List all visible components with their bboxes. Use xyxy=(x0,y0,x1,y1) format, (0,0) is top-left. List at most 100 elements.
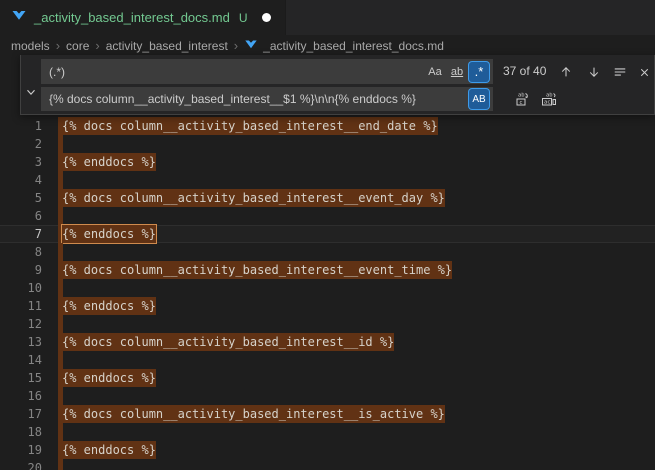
breadcrumb-activity-based-interest[interactable]: activity_based_interest xyxy=(106,39,228,53)
whole-word-toggle[interactable]: ab xyxy=(447,62,467,82)
unsaved-dot-icon[interactable] xyxy=(262,13,271,22)
line-number[interactable]: 19 xyxy=(0,441,42,459)
close-icon xyxy=(638,66,651,79)
line-number[interactable]: 15 xyxy=(0,369,42,387)
find-match-zero-width-highlight xyxy=(58,171,63,189)
editor-line-18[interactable]: 18 xyxy=(0,423,655,441)
tab-activity-docs[interactable]: _activity_based_interest_docs.md U xyxy=(0,0,286,35)
line-number[interactable]: 12 xyxy=(0,315,42,333)
breadcrumb-separator: › xyxy=(94,38,100,53)
find-match[interactable]: {% docs column__activity_based_interest_… xyxy=(62,117,438,135)
find-match[interactable]: {% enddocs %} xyxy=(62,369,156,387)
line-number[interactable]: 9 xyxy=(0,261,42,279)
line-number[interactable]: 10 xyxy=(0,279,42,297)
replace-button[interactable]: ab c xyxy=(513,89,533,109)
line-number[interactable]: 7 xyxy=(0,225,42,243)
replace-icon: ab c xyxy=(515,91,531,107)
editor-line-12[interactable]: 12 xyxy=(0,315,655,333)
line-number[interactable]: 11 xyxy=(0,297,42,315)
line-number[interactable]: 17 xyxy=(0,405,42,423)
line-number[interactable]: 14 xyxy=(0,351,42,369)
breadcrumb-separator: › xyxy=(233,38,239,53)
find-match-zero-width-highlight xyxy=(58,387,63,405)
line-number[interactable]: 20 xyxy=(0,459,42,470)
current-find-match[interactable]: {% enddocs %} xyxy=(62,225,156,243)
editor-line-1[interactable]: 1 {% docs column__activity_based_interest… xyxy=(0,117,655,135)
editor-line-5[interactable]: 5 {% docs column__activity_based_interest… xyxy=(0,189,655,207)
tab-bar: _activity_based_interest_docs.md U xyxy=(0,0,655,35)
git-status-badge: U xyxy=(239,11,248,25)
svg-text:ac: ac xyxy=(544,100,551,106)
find-match[interactable]: {% docs column__activity_based_interest_… xyxy=(62,261,452,279)
breadcrumb: models › core › activity_based_interest … xyxy=(0,35,655,56)
breadcrumb-core[interactable]: core xyxy=(66,39,89,53)
toggle-replace-button[interactable] xyxy=(21,55,40,113)
markdown-file-icon xyxy=(11,7,27,28)
editor-line-9[interactable]: 9 {% docs column__activity_based_interest… xyxy=(0,261,655,279)
replace-value: {% docs column__activity_based_interest_… xyxy=(49,92,467,106)
find-in-selection-button[interactable] xyxy=(610,62,630,82)
breadcrumb-file[interactable]: _activity_based_interest_docs.md xyxy=(244,37,444,54)
line-number[interactable]: 6 xyxy=(0,207,42,225)
find-match-zero-width-highlight xyxy=(58,279,63,297)
find-match-zero-width-highlight xyxy=(58,243,63,261)
editor-line-8[interactable]: 8 xyxy=(0,243,655,261)
line-number[interactable]: 8 xyxy=(0,243,42,261)
markdown-file-icon xyxy=(244,37,258,54)
editor-line-6[interactable]: 6 xyxy=(0,207,655,225)
close-find-widget-button[interactable] xyxy=(634,62,654,82)
line-number[interactable]: 18 xyxy=(0,423,42,441)
editor-line-17[interactable]: 17 {% docs column__activity_based_interes… xyxy=(0,405,655,423)
chevron-down-icon xyxy=(24,85,38,99)
next-match-button[interactable] xyxy=(584,62,604,82)
editor-line-20[interactable]: 20 xyxy=(0,459,655,470)
find-input[interactable]: (.*) Aa ab .* xyxy=(41,59,493,84)
find-match[interactable]: {% docs column__activity_based_interest_… xyxy=(62,189,445,207)
regex-toggle[interactable]: .* xyxy=(469,62,489,82)
svg-text:c: c xyxy=(519,100,522,106)
editor-line-2[interactable]: 2 xyxy=(0,135,655,153)
editor-line-11[interactable]: 11 {% enddocs %} xyxy=(0,297,655,315)
replace-all-button[interactable]: ab ac xyxy=(539,89,559,109)
find-match-zero-width-highlight xyxy=(58,207,63,225)
svg-text:ab: ab xyxy=(518,93,525,99)
editor-line-14[interactable]: 14 xyxy=(0,351,655,369)
editor-content[interactable]: 1 {% docs column__activity_based_interest… xyxy=(0,117,655,470)
svg-text:ab: ab xyxy=(546,93,553,99)
match-count: 37 of 40 xyxy=(503,59,546,84)
match-case-toggle[interactable]: Aa xyxy=(425,62,445,82)
find-value: (.*) xyxy=(49,65,423,79)
editor-line-10[interactable]: 10 xyxy=(0,279,655,297)
editor-line-4[interactable]: 4 xyxy=(0,171,655,189)
replace-all-icon: ab ac xyxy=(541,91,557,107)
arrow-down-icon xyxy=(587,65,601,79)
selection-lines-icon xyxy=(613,65,627,79)
editor-line-13[interactable]: 13 {% docs column__activity_based_interes… xyxy=(0,333,655,351)
find-match[interactable]: {% enddocs %} xyxy=(62,297,156,315)
find-match[interactable]: {% enddocs %} xyxy=(62,441,156,459)
line-number[interactable]: 2 xyxy=(0,135,42,153)
replace-input[interactable]: {% docs column__activity_based_interest_… xyxy=(41,87,493,111)
tab-filename: _activity_based_interest_docs.md xyxy=(34,10,230,25)
find-match-zero-width-highlight xyxy=(58,423,63,441)
preserve-case-toggle[interactable]: AB xyxy=(469,89,489,109)
editor-line-19[interactable]: 19 {% enddocs %} xyxy=(0,441,655,459)
line-number[interactable]: 4 xyxy=(0,171,42,189)
line-number[interactable]: 1 xyxy=(0,117,42,135)
find-match[interactable]: {% docs column__activity_based_interest_… xyxy=(62,405,445,423)
editor-line-16[interactable]: 16 xyxy=(0,387,655,405)
line-number[interactable]: 3 xyxy=(0,153,42,171)
breadcrumb-separator: › xyxy=(55,38,61,53)
find-replace-widget: (.*) Aa ab .* 37 of 40 xyxy=(20,55,655,115)
line-number[interactable]: 16 xyxy=(0,387,42,405)
breadcrumb-models[interactable]: models xyxy=(11,39,50,53)
previous-match-button[interactable] xyxy=(556,62,576,82)
line-number[interactable]: 5 xyxy=(0,189,42,207)
editor-line-7[interactable]: 7 {% enddocs %} xyxy=(0,225,655,243)
editor-line-3[interactable]: 3 {% enddocs %} xyxy=(0,153,655,171)
editor-line-15[interactable]: 15 {% enddocs %} xyxy=(0,369,655,387)
find-match[interactable]: {% enddocs %} xyxy=(62,153,156,171)
find-match[interactable]: {% docs column__activity_based_interest_… xyxy=(62,333,394,351)
arrow-up-icon xyxy=(559,65,573,79)
line-number[interactable]: 13 xyxy=(0,333,42,351)
